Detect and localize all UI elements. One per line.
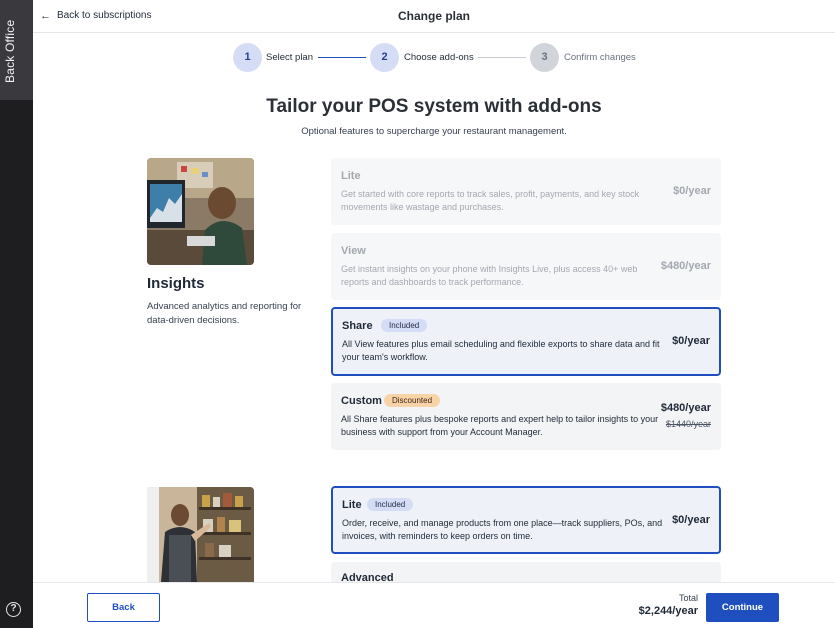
step-1-circle[interactable]: 1 bbox=[233, 43, 262, 72]
top-bar: ← Back to subscriptions Change plan bbox=[33, 0, 835, 33]
plan-description: Order, receive, and manage products from… bbox=[342, 518, 663, 541]
plan-price: $480/year bbox=[660, 260, 711, 272]
inventory-plan-lite[interactable]: Lite Included Order, receive, and manage… bbox=[331, 486, 721, 554]
plan-description: Get started with core reports to track s… bbox=[341, 189, 640, 212]
step-connector-2 bbox=[478, 57, 526, 58]
page-headline: Tailor your POS system with add-ons bbox=[266, 96, 602, 117]
insights-title: Insights bbox=[147, 275, 205, 292]
total-label: Total bbox=[678, 593, 698, 603]
plan-name: Share bbox=[342, 320, 373, 332]
plan-price: $0/year bbox=[672, 514, 710, 526]
plan-price: $480/year bbox=[660, 402, 711, 414]
discounted-badge: Discounted bbox=[384, 394, 441, 407]
help-circle-icon[interactable]: ? bbox=[6, 602, 21, 617]
step-2-circle: 2 bbox=[370, 43, 399, 72]
insights-plan-custom[interactable]: Custom Discounted All Share features plu… bbox=[331, 383, 721, 450]
insights-description: Advanced analytics and reporting for dat… bbox=[147, 301, 302, 326]
total-value: $2,244/year bbox=[638, 605, 698, 617]
page-title: Change plan bbox=[397, 9, 470, 23]
insights-photo-illustration bbox=[147, 158, 254, 265]
insights-plan-share[interactable]: Share Included All View features plus em… bbox=[331, 307, 721, 376]
insights-plan-view: View Get instant insights on your phone … bbox=[331, 233, 721, 300]
step-2-label: Choose add-ons bbox=[404, 52, 474, 63]
plan-name: Custom bbox=[341, 395, 382, 407]
back-button[interactable]: Back bbox=[87, 593, 160, 622]
plan-name: View bbox=[341, 245, 366, 257]
page-subline: Optional features to supercharge your re… bbox=[301, 126, 567, 137]
insights-photo bbox=[147, 158, 254, 265]
plan-name: Advanced bbox=[341, 572, 394, 582]
continue-button[interactable]: Continue bbox=[706, 593, 779, 622]
step-connector-1 bbox=[318, 57, 366, 58]
step-3-circle: 3 bbox=[530, 43, 559, 72]
included-badge: Included bbox=[367, 498, 414, 511]
progress-stepper: 1 Select plan 2 Choose add-ons 3 Confirm… bbox=[233, 43, 653, 73]
step-3-label: Confirm changes bbox=[564, 52, 636, 63]
inventory-photo-illustration bbox=[147, 487, 254, 582]
inventory-photo bbox=[147, 487, 254, 582]
plan-price: $0/year bbox=[673, 185, 711, 197]
app-rail: Back Office ? bbox=[0, 0, 33, 628]
back-office-tab[interactable]: Back Office bbox=[0, 0, 33, 100]
plan-price: $0/year bbox=[672, 335, 710, 347]
plan-original-price: $1440/year bbox=[665, 419, 711, 429]
footer-bar: Back Total $2,244/year Continue bbox=[33, 582, 835, 628]
included-badge: Included bbox=[381, 319, 428, 332]
plan-name: Lite bbox=[341, 170, 361, 182]
inventory-plan-advanced[interactable]: Advanced bbox=[331, 562, 721, 582]
plan-description: All View features plus email scheduling … bbox=[342, 339, 660, 362]
back-office-label: Back Office bbox=[3, 19, 17, 83]
insights-plan-lite: Lite Get started with core reports to tr… bbox=[331, 158, 721, 225]
plan-name: Lite bbox=[342, 499, 362, 511]
plan-description: Get instant insights on your phone with … bbox=[341, 264, 638, 287]
step-1-label: Select plan bbox=[266, 52, 314, 63]
plan-description: All Share features plus bespoke reports … bbox=[341, 414, 659, 437]
